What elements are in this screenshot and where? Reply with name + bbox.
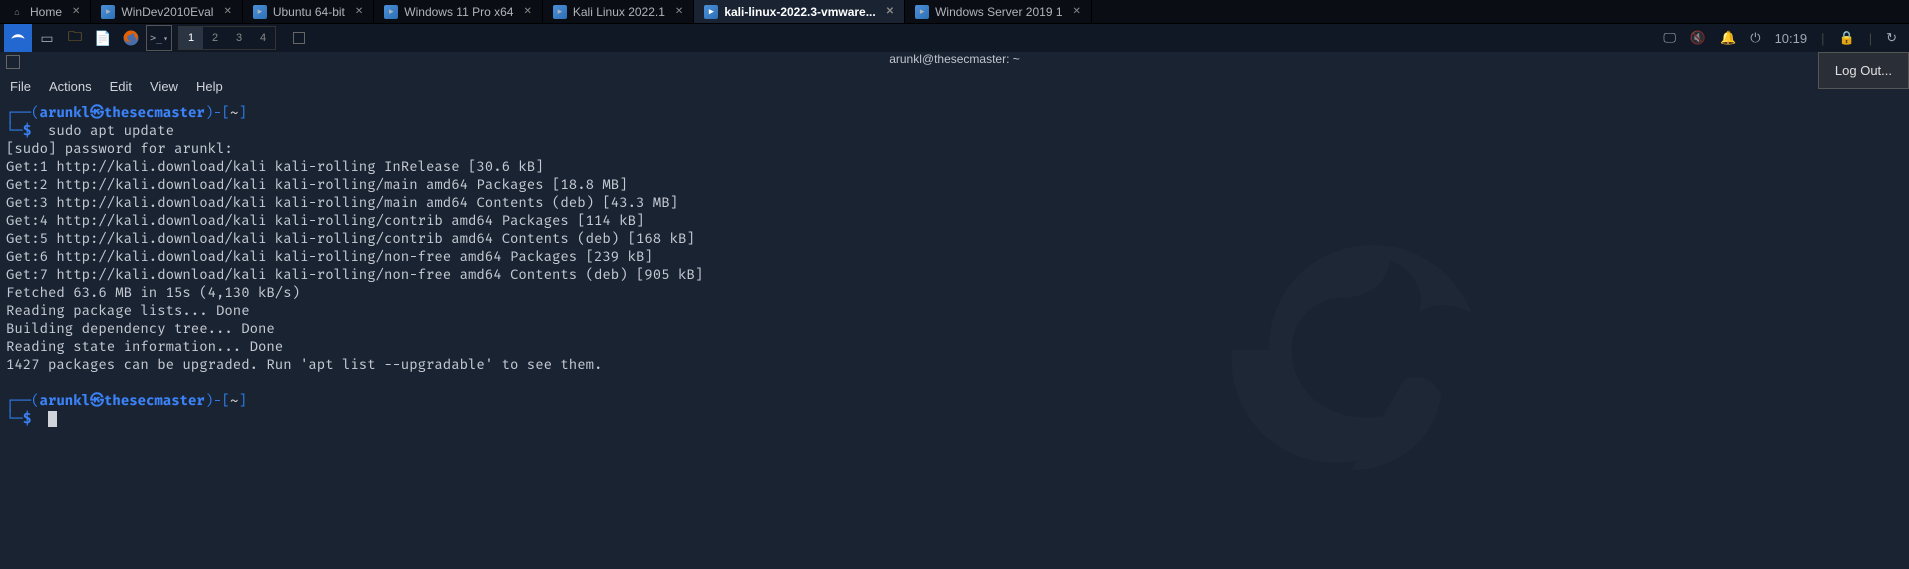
tab-label: Ubuntu 64-bit [273, 5, 345, 19]
home-icon: ⌂ [10, 5, 24, 19]
kali-menu-button[interactable] [4, 24, 32, 52]
command-text: sudo apt update [48, 122, 174, 139]
notes-icon[interactable]: 📄 [90, 25, 116, 51]
power-icon[interactable]: ⏻ [1750, 30, 1760, 46]
tab-label: Home [30, 5, 62, 19]
close-icon[interactable]: ✕ [675, 6, 683, 17]
vm-icon: ▸ [253, 5, 267, 19]
workspace-switcher: 1234 [178, 26, 276, 50]
close-icon[interactable]: ✕ [223, 6, 231, 17]
vm-tab[interactable]: ▸ Windows Server 2019 1 ✕ [905, 0, 1092, 23]
notification-bell-icon[interactable]: 🔔 [1720, 30, 1736, 46]
window-list-icon[interactable]: ▭ [34, 25, 60, 51]
vm-icon: ▸ [384, 5, 398, 19]
vm-icon: ▸ [553, 5, 567, 19]
vm-tab[interactable]: ▸ Ubuntu 64-bit ✕ [243, 0, 374, 23]
tab-label: kali-linux-2022.3-vmware... [724, 5, 875, 19]
cursor [48, 411, 57, 427]
close-icon[interactable]: ✕ [355, 6, 363, 17]
vmware-tab-bar: ⌂ Home ✕ ▸ WinDev2010Eval ✕ ▸ Ubuntu 64-bit ✕ ▸ Wi… [0, 0, 1909, 24]
workspace-button[interactable]: 1 [179, 27, 203, 49]
terminal-output[interactable]: ┌──(arunkl㉿thesecmaster)-[~] └─$ sudo ap… [0, 100, 1909, 432]
menu-item[interactable]: File [10, 79, 31, 94]
workspace-button[interactable]: 2 [203, 27, 227, 49]
close-icon[interactable]: ✕ [886, 6, 894, 17]
firefox-icon[interactable] [118, 25, 144, 51]
session-icon[interactable]: ↻ [1886, 30, 1897, 46]
tab-label: Windows Server 2019 1 [935, 5, 1062, 19]
tab-label: Kali Linux 2022.1 [573, 5, 665, 19]
tab-label: WinDev2010Eval [121, 5, 213, 19]
clock[interactable]: 10:19 [1775, 31, 1808, 46]
menu-item[interactable]: Actions [49, 79, 92, 94]
menu-item[interactable]: Help [196, 79, 223, 94]
vm-tab[interactable]: ▸ WinDev2010Eval ✕ [91, 0, 242, 23]
vm-tab[interactable]: ▸ Windows 11 Pro x64 ✕ [374, 0, 543, 23]
file-manager-icon[interactable]: 🗀 [62, 25, 88, 51]
vm-icon: ▸ [101, 5, 115, 19]
vm-icon: ▸ [915, 5, 929, 19]
workspace-button[interactable]: 4 [251, 27, 275, 49]
display-icon[interactable]: 🖵 [1663, 30, 1676, 46]
tab-label: Windows 11 Pro x64 [404, 5, 513, 19]
app-launcher-icon[interactable] [286, 25, 312, 51]
logout-button[interactable]: Log Out... [1818, 52, 1909, 89]
lock-icon[interactable]: 🔒 [1839, 30, 1855, 46]
vm-icon: ▸ [704, 5, 718, 19]
close-icon[interactable]: ✕ [523, 6, 531, 17]
menu-item[interactable]: Edit [110, 79, 132, 94]
kali-panel: ▭ 🗀 📄 >_▾ 1234 🖵 🔇 🔔 ⏻ 10:19 | 🔒 | ↻ [0, 24, 1909, 52]
vm-tab[interactable]: ▸ kali-linux-2022.3-vmware... ✕ [694, 0, 905, 23]
close-icon[interactable]: ✕ [1073, 6, 1081, 17]
vm-tab[interactable]: ⌂ Home ✕ [0, 0, 91, 23]
window-icon [0, 52, 1909, 72]
terminal-menu-bar: File Actions Edit View Help [0, 72, 1909, 100]
workspace-button[interactable]: 3 [227, 27, 251, 49]
menu-item[interactable]: View [150, 79, 178, 94]
vm-tab[interactable]: ▸ Kali Linux 2022.1 ✕ [543, 0, 694, 23]
volume-muted-icon[interactable]: 🔇 [1690, 30, 1706, 46]
terminal-launcher-icon[interactable]: >_▾ [146, 25, 172, 51]
close-icon[interactable]: ✕ [72, 6, 80, 17]
